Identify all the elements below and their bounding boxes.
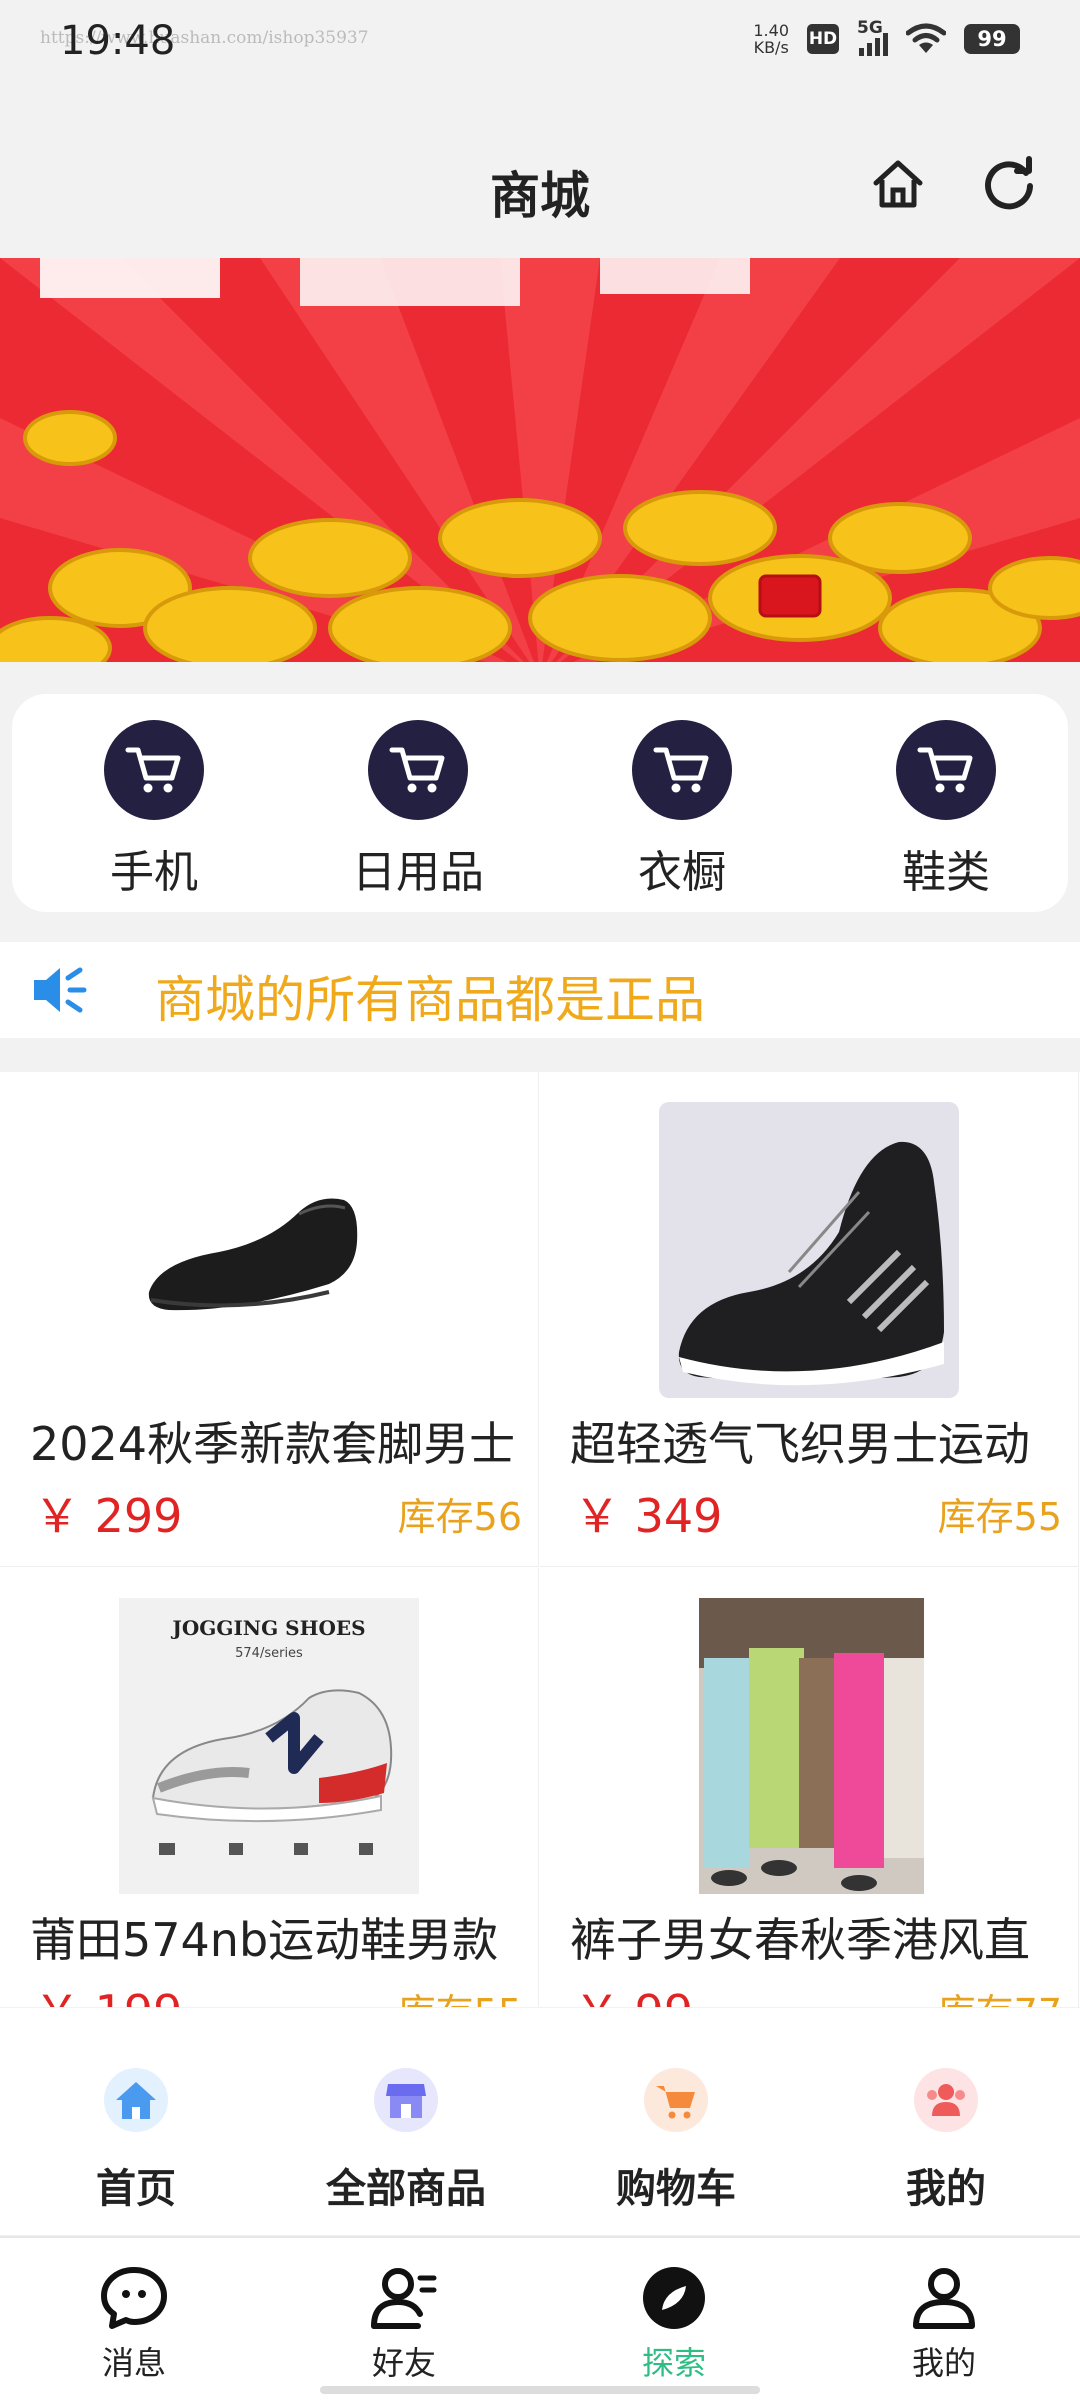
product-card[interactable]: 超轻透气飞织男士运动 ￥ 349 库存55 xyxy=(540,1072,1079,1567)
product-stock: 库存77 xyxy=(938,1982,1062,2007)
product-image xyxy=(699,1598,924,1894)
shop-nav-cart[interactable]: 购物车 xyxy=(556,2068,796,2214)
category-daily[interactable]: 日用品 xyxy=(318,720,518,900)
tab-label: 消息 xyxy=(101,2344,166,2382)
shop-nav-label: 我的 xyxy=(906,2166,986,2212)
store-icon xyxy=(374,2068,438,2132)
category-label: 手机 xyxy=(110,847,198,898)
shop-nav-mine[interactable]: 我的 xyxy=(826,2068,1066,2214)
friends-icon xyxy=(371,2268,437,2329)
product-stock: 库存56 xyxy=(397,1495,522,1539)
speaker-icon xyxy=(34,967,87,1013)
product-grid: 2024秋季新款套脚男士 ￥ 299 库存56 超轻透气飞织男士运动 ￥ 349… xyxy=(0,1072,1080,2007)
product-price: ￥ 349 xyxy=(574,1489,723,1543)
product-card[interactable]: 裤子男女春秋季港风直 ￥ 99 库存77 xyxy=(540,1568,1079,2007)
signal-icon: 5G xyxy=(857,18,888,56)
product-image xyxy=(659,1102,959,1398)
tab-label: 好友 xyxy=(371,2344,436,2382)
product-name: 超轻透气飞织男士运动 xyxy=(570,1417,1030,1471)
product-stock: 库存55 xyxy=(398,1982,522,2007)
product-price: ￥ 299 xyxy=(34,1489,183,1543)
user-group-icon xyxy=(914,2068,978,2132)
explore-icon xyxy=(643,2267,705,2329)
category-label: 衣橱 xyxy=(638,847,726,898)
product-card[interactable]: JOGGING SHOES 574/series 莆田574nb运动鞋男款 ￥ … xyxy=(0,1568,539,2007)
cart-icon xyxy=(644,2068,708,2132)
tab-profile[interactable]: 我的 xyxy=(854,2264,1034,2384)
home-icon[interactable] xyxy=(870,156,926,212)
home-icon xyxy=(104,2068,168,2132)
product-card[interactable]: 2024秋季新款套脚男士 ￥ 299 库存56 xyxy=(0,1072,539,1567)
app-tab-bar: 消息 好友 探索 我的 xyxy=(0,2236,1080,2400)
screen: https://www.huashan.com/ishop35937 19:48… xyxy=(0,0,1080,2400)
product-image: JOGGING SHOES 574/series xyxy=(119,1598,419,1894)
status-time: 19:48 xyxy=(60,18,176,64)
net-speed-unit: KB/s xyxy=(753,38,789,57)
product-price: ￥ 99 xyxy=(574,1976,693,2007)
cart-icon xyxy=(632,720,732,820)
banner-image xyxy=(0,258,1080,662)
product-image xyxy=(119,1102,419,1398)
refresh-icon[interactable] xyxy=(982,156,1038,212)
category-wardrobe[interactable]: 衣橱 xyxy=(582,720,782,900)
product-name: 裤子男女春秋季港风直 xyxy=(570,1913,1030,1967)
net-speed: 1.40 KB/s xyxy=(753,22,789,56)
tab-label: 我的 xyxy=(911,2344,976,2382)
profile-icon xyxy=(913,2268,975,2329)
shop-nav-all-products[interactable]: 全部商品 xyxy=(286,2068,526,2214)
category-label: 日用品 xyxy=(352,847,484,898)
cart-icon xyxy=(368,720,468,820)
product-stock: 库存55 xyxy=(937,1495,1062,1539)
shop-nav-label: 首页 xyxy=(96,2166,176,2212)
notice-text: 商城的所有商品都是正品 xyxy=(155,971,705,1029)
hd-icon: HD xyxy=(807,24,839,54)
title-bar: 商城 xyxy=(0,86,1080,258)
tab-messages[interactable]: 消息 xyxy=(44,2264,224,2384)
tab-friends[interactable]: 好友 xyxy=(314,2264,494,2384)
shop-bottom-nav: 首页 全部商品 购物车 我的 xyxy=(0,2008,1080,2235)
promo-banner[interactable] xyxy=(0,258,1080,662)
message-icon xyxy=(101,2267,167,2329)
battery-icon: 99 xyxy=(964,24,1020,54)
tab-explore[interactable]: 探索 xyxy=(584,2264,764,2384)
category-card: 手机 日用品 衣橱 鞋类 xyxy=(12,694,1068,912)
status-icons: 1.40 KB/s HD 5G 99 xyxy=(753,18,1020,56)
network-label: 5G xyxy=(857,18,883,38)
shop-nav-label: 购物车 xyxy=(616,2166,736,2212)
cart-icon xyxy=(896,720,996,820)
product-name: 2024秋季新款套脚男士 xyxy=(30,1417,516,1471)
product-name: 莆田574nb运动鞋男款 xyxy=(30,1913,499,1967)
home-indicator[interactable] xyxy=(320,2386,760,2394)
notice-bar[interactable]: 商城的所有商品都是正品 xyxy=(0,942,1080,1038)
shop-nav-label: 全部商品 xyxy=(326,2166,486,2212)
shop-nav-home[interactable]: 首页 xyxy=(16,2068,256,2214)
category-label: 鞋类 xyxy=(902,847,990,898)
product-price: ￥ 199 xyxy=(34,1976,182,2007)
cart-icon xyxy=(104,720,204,820)
net-speed-value: 1.40 xyxy=(753,21,789,40)
category-shoes[interactable]: 鞋类 xyxy=(846,720,1046,900)
tab-label: 探索 xyxy=(641,2344,706,2382)
category-phone[interactable]: 手机 xyxy=(54,720,254,900)
wifi-icon xyxy=(906,23,946,53)
status-bar: https://www.huashan.com/ishop35937 19:48… xyxy=(0,0,1080,86)
